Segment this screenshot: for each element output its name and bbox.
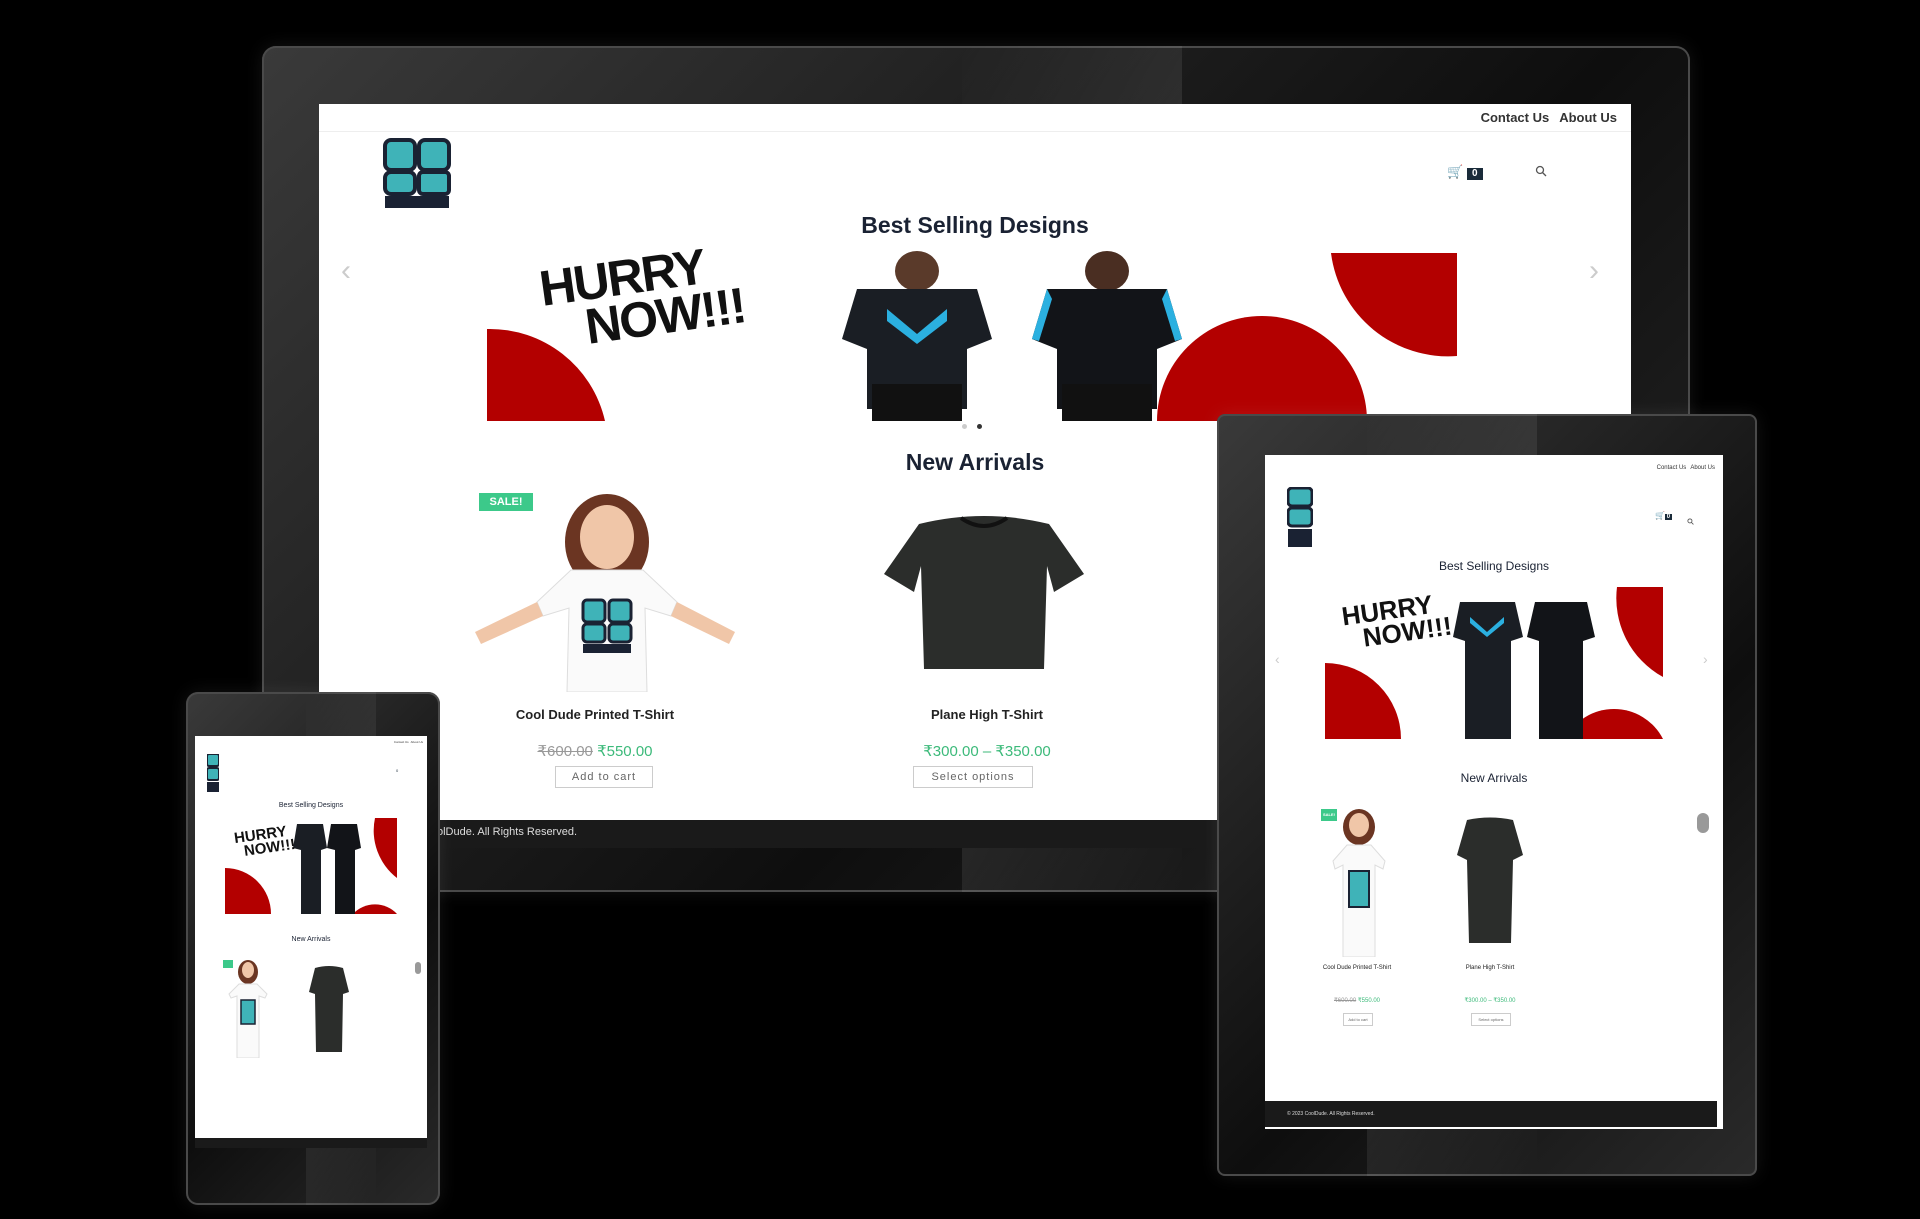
old-price: ₹600.00 — [1333, 998, 1357, 1004]
product-price-range: ₹300.00 – ₹350.00 — [1430, 997, 1550, 1004]
site-logo[interactable] — [206, 753, 220, 794]
phone-screen: Contact Us About Us 0 Best Selling Desig… — [195, 736, 427, 1148]
sale-price: ₹550.00 — [1357, 998, 1380, 1004]
product-price-range: ₹300.00 – ₹350.00 — [827, 742, 1147, 760]
search-icon[interactable] — [1687, 512, 1694, 525]
best-selling-title: Best Selling Designs — [278, 802, 344, 809]
site-footer — [195, 1138, 427, 1148]
site-logo[interactable] — [383, 138, 453, 210]
nav-contact-link[interactable]: Contact Us — [394, 740, 409, 744]
product-name[interactable]: Plane High T-Shirt — [827, 707, 1147, 722]
cart-button[interactable]: 🛒 0 — [1447, 164, 1483, 180]
slider-next-arrow[interactable]: › — [1589, 254, 1599, 288]
best-selling-title: Best Selling Designs — [861, 212, 1089, 238]
price-range: ₹300.00 – ₹350.00 — [1464, 998, 1516, 1004]
cart-button[interactable]: 🛒 0 — [1655, 511, 1672, 520]
nav-about-link[interactable]: About Us — [1690, 465, 1715, 471]
old-price: ₹600.00 — [537, 743, 593, 760]
product-price: ₹600.00 ₹550.00 — [1297, 997, 1417, 1004]
slider-dot-2[interactable] — [977, 424, 982, 429]
product-name[interactable]: Cool Dude Printed T-Shirt — [435, 707, 755, 722]
slider-dot-1[interactable] — [962, 424, 967, 429]
product-image-plane-high[interactable] — [1455, 815, 1525, 945]
footer-copyright: olDude. All Rights Reserved. — [437, 826, 578, 838]
product-image-cool-dude[interactable] — [1317, 807, 1397, 958]
cart-icon: 🛒 — [1447, 164, 1464, 179]
phone-top-nav: Contact Us About Us — [394, 740, 423, 744]
product-name[interactable]: Plane High T-Shirt — [1430, 965, 1550, 971]
cart-count-badge: 0 — [1466, 168, 1483, 180]
site-logo[interactable] — [1286, 486, 1314, 549]
add-to-cart-button[interactable]: Add to cart — [1343, 1013, 1373, 1026]
slider-prev-arrow[interactable]: ‹ — [341, 254, 351, 288]
slider-next-arrow[interactable]: › — [1703, 651, 1708, 667]
product-image-plane-high[interactable] — [879, 504, 1089, 674]
best-selling-title: Best Selling Designs — [1438, 559, 1550, 573]
product-name[interactable]: Cool Dude Printed T-Shirt — [1297, 965, 1417, 971]
nav-contact-link[interactable]: Contact Us — [1481, 110, 1550, 125]
tablet-top-nav: Contact Us About Us — [1657, 465, 1715, 471]
hero-banner[interactable]: HURRY NOW!!! — [487, 249, 1457, 421]
price-range: ₹300.00 – ₹350.00 — [923, 743, 1051, 760]
top-nav: Contact Us About Us — [1481, 110, 1617, 125]
new-arrivals-title: New Arrivals — [1460, 771, 1528, 785]
add-to-cart-button[interactable]: Add to cart — [555, 766, 653, 788]
slider-prev-arrow[interactable]: ‹ — [1275, 651, 1280, 667]
product-image-cool-dude[interactable] — [221, 958, 273, 1059]
cart-icon: 🛒 — [1655, 511, 1665, 520]
hero-banner[interactable]: HURRY NOW!!! — [1325, 587, 1663, 739]
nav-about-link[interactable]: About Us — [1559, 110, 1617, 125]
sale-price: ₹550.00 — [597, 743, 653, 760]
search-icon[interactable] — [1535, 164, 1547, 177]
select-options-button[interactable]: Select options — [913, 766, 1033, 788]
shirt-front-image — [842, 251, 992, 421]
site-footer: © 2023 CoolDude. All Rights Reserved. — [1265, 1101, 1717, 1127]
product-image-plane-high[interactable] — [307, 964, 351, 1054]
footer-copyright: © 2023 CoolDude. All Rights Reserved. — [1287, 1111, 1375, 1117]
new-arrivals-title: New Arrivals — [291, 936, 331, 943]
cart-count-badge: 0 — [1664, 514, 1672, 520]
scroll-top-button[interactable] — [415, 962, 421, 974]
tablet-screen: Contact Us About Us 🛒 0 Best Selling Desi… — [1265, 455, 1723, 1129]
select-options-button[interactable]: Select options — [1471, 1013, 1511, 1026]
scroll-top-button[interactable] — [1697, 813, 1709, 833]
shirt-back-image — [1032, 251, 1182, 421]
nav-about-link[interactable]: About Us — [411, 740, 423, 744]
product-price: ₹600.00 ₹550.00 — [435, 742, 755, 760]
header-divider — [319, 131, 1631, 132]
cart-count-badge[interactable]: 0 — [396, 768, 398, 773]
nav-contact-link[interactable]: Contact Us — [1657, 465, 1687, 471]
slider-dots — [962, 424, 982, 429]
hero-banner[interactable]: HURRY NOW!!! — [225, 818, 397, 914]
product-image-cool-dude[interactable] — [475, 492, 735, 693]
